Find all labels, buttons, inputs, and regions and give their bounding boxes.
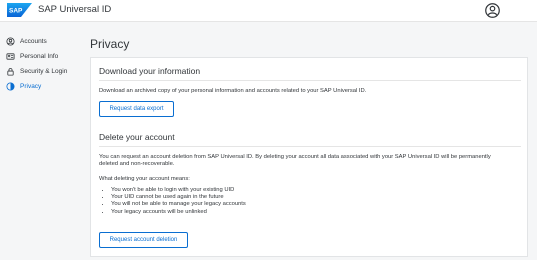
personal-info-icon bbox=[6, 52, 15, 60]
lock-icon bbox=[7, 67, 14, 76]
delete-description: You can request an account deletion from… bbox=[99, 154, 491, 168]
delete-consequences-list: You won't be able to login with your exi… bbox=[111, 187, 246, 216]
logo-text: SAP bbox=[9, 8, 23, 15]
section-divider bbox=[99, 146, 521, 147]
download-description: Download an archived copy of your person… bbox=[99, 88, 367, 94]
download-section-title: Download your information bbox=[99, 66, 201, 76]
request-account-deletion-button[interactable]: Request account deletion bbox=[99, 232, 188, 248]
sidebar-item-privacy[interactable]: Privacy bbox=[6, 80, 41, 92]
section-divider bbox=[99, 80, 521, 81]
app-header: SAP SAP Universal ID bbox=[0, 0, 537, 22]
sidebar-item-security-login[interactable]: Security & Login bbox=[6, 65, 67, 77]
privacy-card: Download your information Download an ar… bbox=[90, 57, 528, 257]
sidebar-item-label: Privacy bbox=[20, 82, 42, 90]
sidebar-item-label: Personal Info bbox=[20, 52, 59, 60]
accounts-icon bbox=[6, 36, 15, 46]
delete-section-title: Delete your account bbox=[99, 132, 175, 142]
app-title: SAP Universal ID bbox=[38, 4, 112, 15]
sidebar-item-accounts[interactable]: Accounts bbox=[6, 35, 47, 47]
list-item: You won't be able to login with your exi… bbox=[111, 187, 246, 194]
sidebar-item-label: Security & Login bbox=[20, 67, 68, 75]
list-item: You will not be able to manage your lega… bbox=[111, 201, 246, 208]
privacy-icon bbox=[6, 81, 15, 91]
list-item: Your legacy accounts will be unlinked bbox=[111, 209, 246, 216]
sidebar-item-label: Accounts bbox=[20, 37, 47, 45]
page-title: Privacy bbox=[90, 37, 130, 51]
delete-means-label: What deleting your account means: bbox=[99, 176, 190, 182]
sidebar: Accounts Personal Info Security & Login … bbox=[0, 22, 80, 260]
request-data-export-button[interactable]: Request data export bbox=[99, 101, 174, 117]
sap-logo[interactable]: SAP bbox=[7, 3, 32, 17]
sidebar-item-personal-info[interactable]: Personal Info bbox=[6, 50, 58, 62]
list-item: Your UID cannot be used again in the fut… bbox=[111, 194, 246, 201]
user-circle-icon[interactable] bbox=[485, 3, 500, 18]
